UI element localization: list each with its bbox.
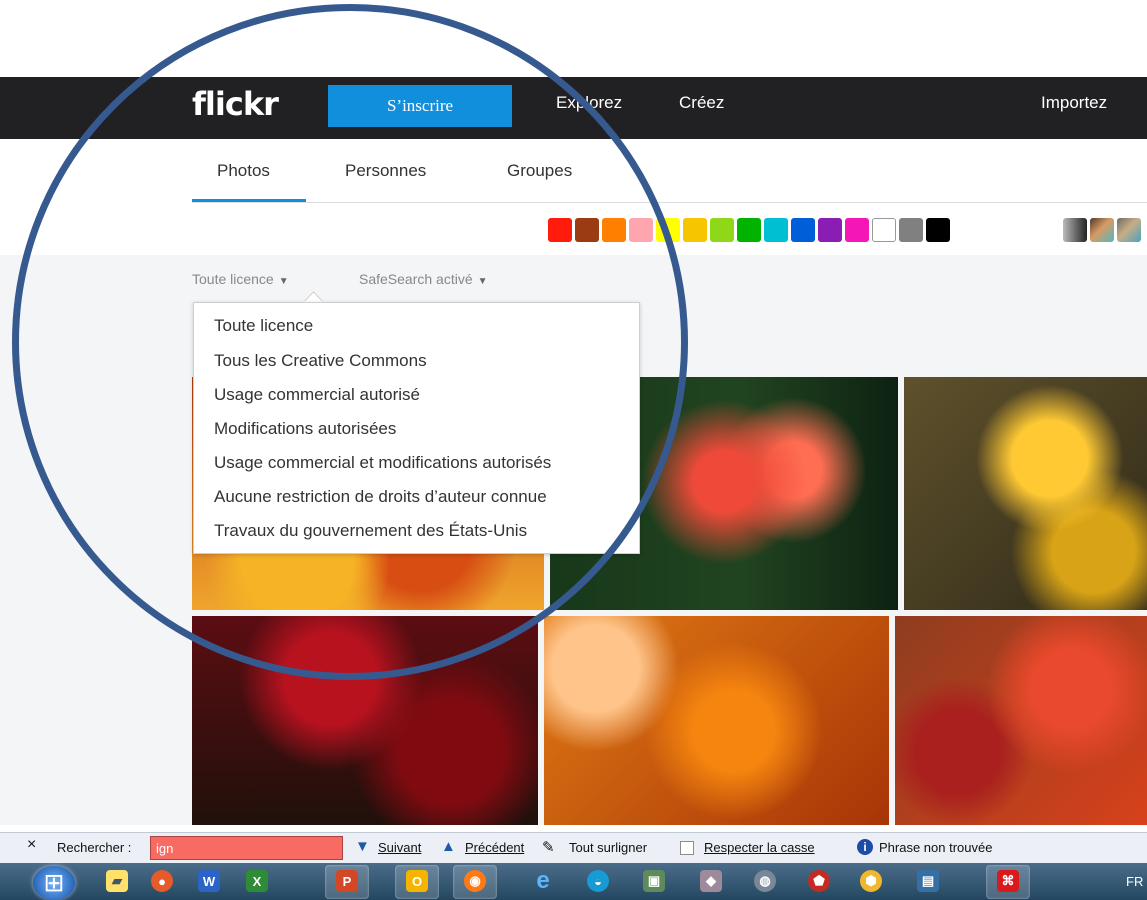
app-icon[interactable]: ◒ — [587, 870, 609, 892]
signup-button[interactable]: S’inscrire — [328, 85, 512, 127]
photo-result-red-orange-leaves[interactable] — [895, 616, 1147, 825]
info-icon: i — [857, 839, 873, 855]
match-case-checkbox[interactable] — [680, 841, 694, 855]
color-swatch-gray[interactable] — [899, 218, 923, 242]
nav-importez[interactable]: Importez — [1041, 93, 1107, 113]
find-status: Phrase non trouvée — [879, 840, 993, 855]
dropdown-caret-icon: ▼ — [278, 276, 289, 287]
outlook-icon: O — [406, 870, 428, 892]
word-icon[interactable]: W — [198, 870, 220, 892]
nav-creez[interactable]: Créez — [679, 93, 724, 113]
find-label: Rechercher : — [57, 840, 132, 855]
license-option[interactable]: Toute licence — [214, 316, 313, 336]
active-tab-indicator — [192, 199, 306, 202]
excel-icon[interactable]: X — [246, 870, 268, 892]
find-input[interactable] — [150, 836, 343, 860]
special-color-filters — [1063, 218, 1141, 242]
image-tone-filter-icon[interactable] — [1090, 218, 1114, 242]
photo-result-yellow-leaves[interactable] — [904, 377, 1147, 610]
tab-photos[interactable]: Photos — [217, 161, 270, 181]
keyboard-language[interactable]: FR — [1126, 874, 1143, 889]
photo-result-dark-red-leaves[interactable] — [192, 616, 538, 825]
tabs-divider — [192, 202, 1147, 203]
app-icon[interactable]: ▤ — [917, 870, 939, 892]
tab-personnes[interactable]: Personnes — [345, 161, 426, 181]
color-swatch-cyan[interactable] — [764, 218, 788, 242]
app-icon[interactable]: ⬟ — [808, 870, 830, 892]
up-arrow-icon[interactable]: ▲ — [441, 838, 456, 855]
color-swatch-purple[interactable] — [818, 218, 842, 242]
photo-result-orange-maple[interactable] — [544, 616, 889, 825]
color-swatch-green[interactable] — [737, 218, 761, 242]
pdf-icon: ⌘ — [997, 870, 1019, 892]
license-option[interactable]: Usage commercial et modifications autori… — [214, 453, 551, 473]
grayscale-filter-icon[interactable] — [1063, 218, 1087, 242]
image-tone-filter-icon[interactable] — [1117, 218, 1141, 242]
previous-button[interactable]: Précédent — [465, 840, 524, 855]
down-arrow-icon[interactable]: ▼ — [355, 838, 370, 855]
license-option[interactable]: Usage commercial autorisé — [214, 385, 420, 405]
windows-start-button-icon[interactable]: ⊞ — [33, 866, 75, 900]
license-option[interactable]: Aucune restriction de droits d’auteur co… — [214, 487, 547, 507]
file-explorer-icon[interactable]: ▰ — [106, 870, 128, 892]
license-option[interactable]: Tous les Creative Commons — [214, 351, 427, 371]
app-icon[interactable]: ◆ — [700, 870, 722, 892]
app-icon[interactable]: ▣ — [643, 870, 665, 892]
color-filter — [548, 218, 950, 242]
app-icon[interactable]: ◍ — [754, 870, 776, 892]
dropdown-caret-icon: ▼ — [477, 276, 488, 287]
license-filter-label: Toute licence — [192, 271, 274, 287]
license-option[interactable]: Travaux du gouvernement des États-Unis — [214, 521, 527, 541]
internet-explorer-icon[interactable]: e — [532, 867, 554, 894]
highlight-all-button[interactable]: Tout surligner — [569, 840, 647, 855]
safesearch-filter[interactable]: SafeSearch activé ▼ — [359, 271, 488, 287]
highlight-pencil-icon[interactable]: ✎ — [542, 838, 555, 856]
color-swatch-brown[interactable] — [575, 218, 599, 242]
flickr-logo[interactable]: flickr — [192, 85, 279, 123]
color-swatch-magenta[interactable] — [845, 218, 869, 242]
color-swatch-lime[interactable] — [710, 218, 734, 242]
license-filter[interactable]: Toute licence ▼ — [192, 271, 289, 287]
color-swatch-gold[interactable] — [683, 218, 707, 242]
color-swatch-pink[interactable] — [629, 218, 653, 242]
firefox-icon: ◉ — [464, 870, 486, 892]
match-case-label[interactable]: Respecter la casse — [704, 840, 815, 855]
powerpoint-icon: P — [336, 870, 358, 892]
close-find-bar-icon[interactable]: × — [27, 836, 36, 854]
license-dropdown-menu: Toute licence Tous les Creative Commons … — [193, 302, 640, 554]
browser-icon[interactable]: ● — [151, 870, 173, 892]
license-option[interactable]: Modifications autorisées — [214, 419, 396, 439]
tab-groupes[interactable]: Groupes — [507, 161, 572, 181]
color-swatch-yellow[interactable] — [656, 218, 680, 242]
color-swatch-black[interactable] — [926, 218, 950, 242]
app-icon[interactable]: ⬢ — [860, 870, 882, 892]
color-swatch-orange[interactable] — [602, 218, 626, 242]
color-swatch-white[interactable] — [872, 218, 896, 242]
safesearch-filter-label: SafeSearch activé — [359, 271, 473, 287]
color-swatch-blue[interactable] — [791, 218, 815, 242]
nav-explorez[interactable]: Explorez — [556, 93, 622, 113]
next-button[interactable]: Suivant — [378, 840, 421, 855]
color-swatch-red[interactable] — [548, 218, 572, 242]
